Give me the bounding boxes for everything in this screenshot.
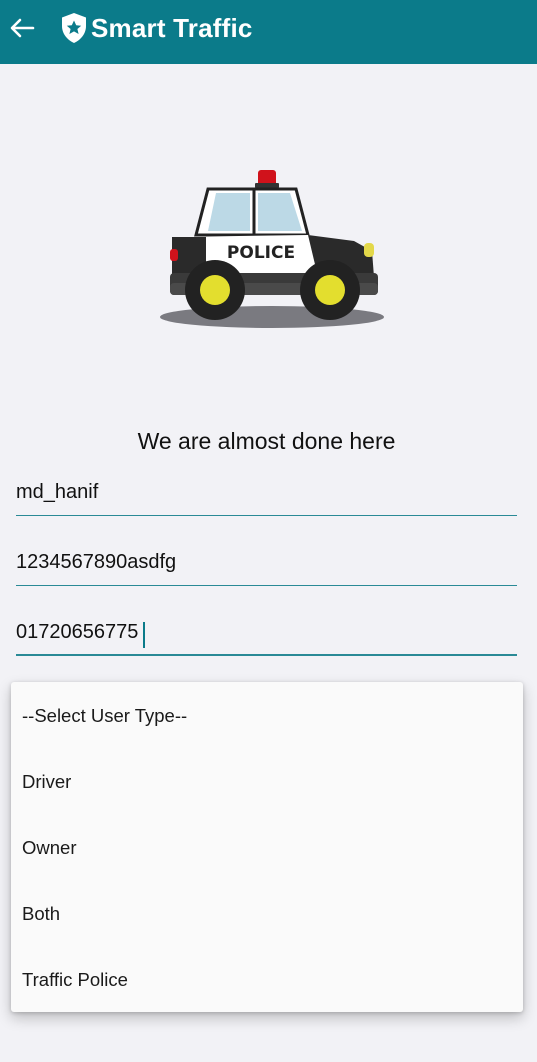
form-heading: We are almost done here xyxy=(137,428,396,454)
password-field[interactable] xyxy=(16,546,517,585)
phone-field[interactable] xyxy=(16,616,517,654)
option-driver[interactable]: Driver xyxy=(11,749,523,815)
option-traffic-police[interactable]: Traffic Police xyxy=(11,947,523,1013)
user-type-dropdown[interactable]: --Select User Type-- Driver Owner Both T… xyxy=(11,682,523,1012)
option-owner[interactable]: Owner xyxy=(11,815,523,881)
shield-star-icon xyxy=(62,13,86,43)
police-label: POLICE xyxy=(227,243,295,263)
username-field[interactable] xyxy=(16,476,517,515)
app-title: Smart Traffic xyxy=(91,13,253,43)
option-both[interactable]: Both xyxy=(11,881,523,947)
back-button[interactable] xyxy=(6,12,38,44)
option-select-user-type[interactable]: --Select User Type-- xyxy=(11,683,523,749)
username-field-wrapper xyxy=(16,476,517,516)
app-bar: Smart Traffic xyxy=(0,0,537,64)
arrow-left-icon xyxy=(10,18,35,38)
police-car-illustration: POLICE xyxy=(160,170,384,328)
phone-field-wrapper xyxy=(16,616,517,656)
text-caret xyxy=(143,622,145,648)
password-field-wrapper xyxy=(16,546,517,586)
